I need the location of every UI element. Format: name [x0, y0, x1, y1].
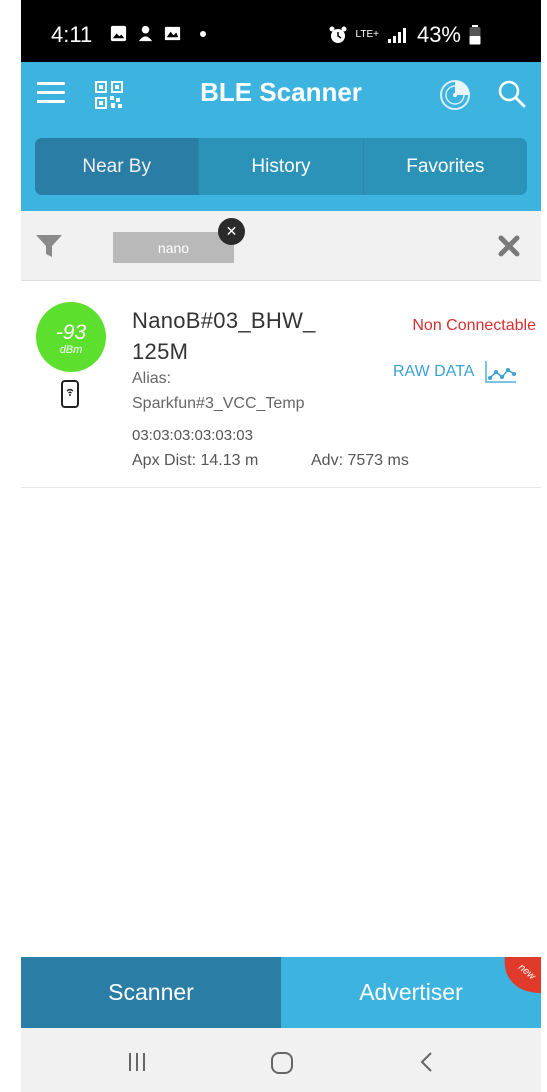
advertiser-label: Advertiser	[359, 979, 463, 1005]
device-list-item[interactable]: -93 dBm NanoB#03_BHW_ 125M Alias: Sparkf…	[21, 282, 541, 488]
chip-close-icon[interactable]: ✕	[218, 218, 245, 245]
advertiser-tab[interactable]: Advertiser new	[281, 957, 541, 1028]
app-notification-icon	[138, 25, 153, 42]
recent-apps-icon[interactable]	[125, 1052, 149, 1072]
search-icon[interactable]	[497, 79, 527, 109]
tab-near-by[interactable]: Near By	[35, 138, 199, 195]
app-frame: 4:11 LTE+ 43% BLE Scanner Near By Histor…	[21, 0, 541, 1092]
status-bar: 4:11 LTE+ 43%	[21, 0, 541, 62]
tab-favorites[interactable]: Favorites	[362, 138, 527, 195]
clear-filter-icon[interactable]	[497, 234, 521, 258]
device-alias: Sparkfun#3_VCC_Temp	[132, 395, 305, 412]
phone-icon	[61, 380, 79, 408]
device-name: NanoB#03_BHW_ 125M	[132, 308, 316, 364]
alarm-icon	[329, 26, 347, 43]
scan-tabs: Near By History Favorites	[35, 138, 527, 195]
tab-history[interactable]: History	[198, 138, 362, 195]
system-nav-bar	[21, 1028, 541, 1092]
device-distance: Apx Dist: 14.13 m	[132, 452, 259, 469]
alias-label: Alias:	[132, 370, 172, 387]
qr-code-icon[interactable]	[94, 80, 124, 110]
battery-icon	[469, 25, 481, 45]
device-mac: 03:03:03:03:03:03	[132, 427, 253, 444]
new-badge: new	[504, 957, 541, 993]
raw-data-button[interactable]: RAW DATA	[393, 360, 518, 384]
graph-icon[interactable]	[484, 360, 518, 384]
home-icon[interactable]	[270, 1051, 294, 1075]
app-bar: BLE Scanner Near By History Favorites	[21, 62, 541, 211]
device-adv-interval: Adv: 7573 ms	[311, 452, 409, 469]
raw-data-label: RAW DATA	[393, 363, 475, 380]
radar-icon[interactable]	[439, 79, 471, 111]
rssi-badge: -93 dBm	[36, 302, 106, 372]
gallery-icon	[110, 25, 127, 42]
scanner-tab[interactable]: Scanner	[21, 957, 281, 1028]
back-icon[interactable]	[419, 1050, 435, 1074]
notification-icons	[109, 24, 206, 43]
signal-icon	[387, 28, 406, 43]
more-notifications-dot	[200, 30, 206, 37]
status-time: 4:11	[51, 22, 93, 47]
menu-icon[interactable]	[37, 82, 65, 104]
bottom-tabs: Scanner Advertiser new	[21, 957, 541, 1028]
system-icons: LTE+ 43%	[328, 22, 481, 48]
connectable-status: Non Connectable	[412, 317, 536, 334]
filter-bar: nano ✕	[21, 211, 541, 281]
image-icon	[164, 26, 181, 41]
filter-chip[interactable]: nano	[113, 232, 234, 263]
rssi-value: -93	[55, 321, 87, 344]
rssi-unit: dBm	[59, 344, 83, 356]
filter-chip-label: nano	[157, 239, 190, 256]
filter-icon[interactable]	[35, 233, 63, 259]
battery-percent: 43%	[416, 22, 461, 47]
network-type: LTE+	[355, 29, 379, 40]
